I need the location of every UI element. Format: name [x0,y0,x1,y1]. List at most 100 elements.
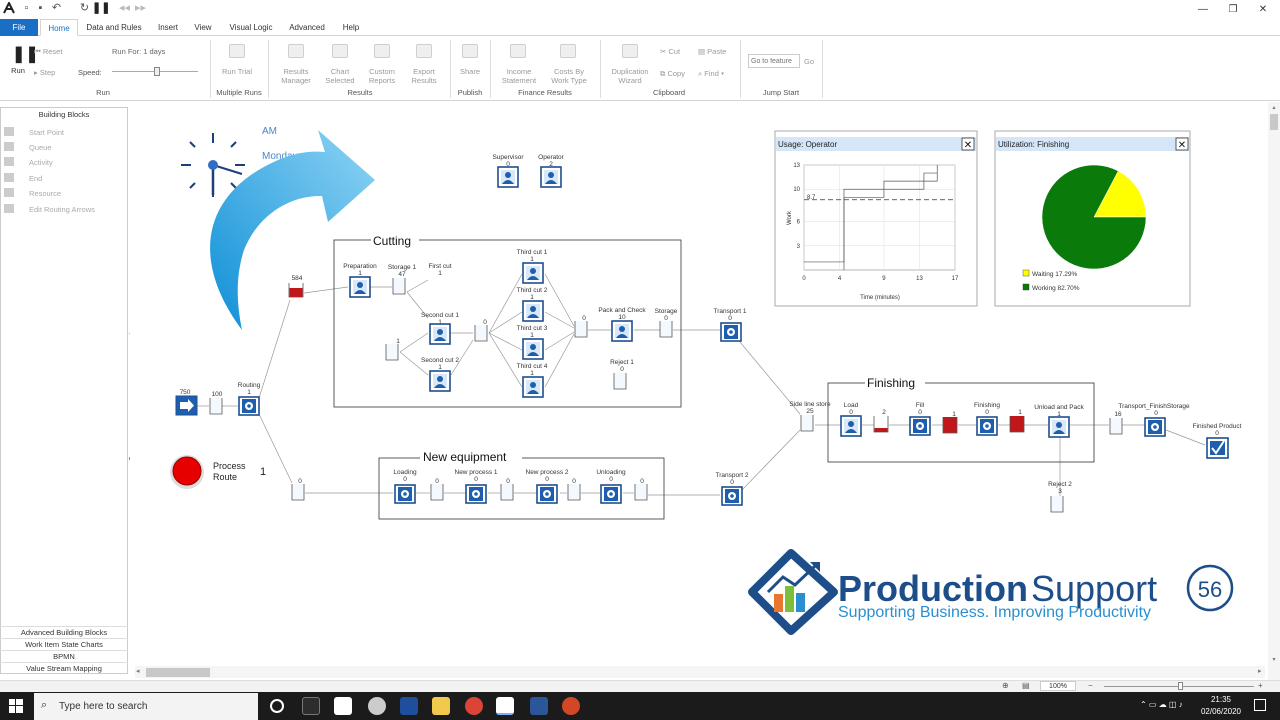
third-cut-2-activity-block[interactable] [522,300,544,322]
activity-item[interactable]: Activity [4,156,53,170]
tab-view[interactable]: View [188,19,218,36]
start-point-item[interactable]: Start Point [4,126,64,140]
tab-visual-logic[interactable]: Visual Logic [224,19,278,36]
minimize-icon[interactable]: — [1186,0,1220,19]
ne-queue-3-block[interactable] [567,483,581,501]
task-view-icon[interactable] [302,697,320,715]
run-button[interactable]: Run [6,66,30,75]
transport-1-activity-block[interactable] [720,322,742,342]
queue-100-block[interactable] [209,397,223,415]
zoom-out-icon[interactable]: − [1088,681,1093,690]
go-to-feature-input[interactable] [748,54,800,68]
resource-item[interactable]: Resource [4,187,61,201]
undo-icon[interactable]: ↶ [50,2,63,15]
routing-activity-block[interactable] [238,396,260,416]
third-cut-4-activity-block[interactable] [522,376,544,398]
zoom-page-icon[interactable]: ▤ [1022,681,1030,690]
find-button[interactable]: ⌕ Find ▾ [698,69,734,78]
zoom-level[interactable]: 100% [1040,681,1076,691]
go-button[interactable]: Go [802,57,816,66]
scroll-down-icon[interactable]: ▾ [1269,656,1279,664]
run-for-label[interactable]: Run For: 1 days [112,47,172,56]
queue-1-block[interactable] [385,343,399,361]
step-button[interactable]: ▸ Step [34,68,74,77]
paste-button[interactable]: ▤ Paste [698,47,730,56]
pause-icon[interactable]: ❚❚ [92,2,110,15]
supervisor-resource-icon[interactable] [497,166,519,188]
horizontal-scrollbar[interactable] [135,666,1265,678]
refresh-icon[interactable]: ↻ [78,2,91,15]
tab-data-and-rules[interactable]: Data and Rules [82,19,146,36]
vertical-scrollbar[interactable] [1268,102,1280,680]
save-icon[interactable]: ▪ [34,2,47,15]
tab-insert[interactable]: Insert [150,19,186,36]
new-icon[interactable]: ▫ [20,2,33,15]
vertical-scroll-thumb[interactable] [1270,114,1278,130]
transport-finish-storage-activity-block[interactable] [1144,417,1166,437]
advanced-building-blocks-tab[interactable]: Advanced Building Blocks [0,626,128,638]
ne-queue-1-block[interactable] [430,483,444,501]
powerpoint-icon[interactable] [562,697,580,715]
zoom-slider-thumb[interactable] [1178,682,1183,690]
cut-button[interactable]: ✂ Cut [660,47,690,56]
scroll-left-icon[interactable]: ◂ [136,667,140,675]
system-tray-icons[interactable]: ⌃ ▭ ☁ ◫ ♪ [1140,700,1183,709]
tab-file[interactable]: File [0,19,38,36]
queue-0b-block[interactable] [574,320,588,338]
file-explorer-icon[interactable] [432,697,450,715]
new-process-2-activity-block[interactable] [536,484,558,504]
second-cut-1-activity-block[interactable] [429,323,451,345]
tab-home[interactable]: Home [40,19,78,36]
tab-advanced[interactable]: Advanced [284,19,330,36]
share-button[interactable]: Share [456,67,484,76]
second-cut-2-activity-block[interactable] [429,370,451,392]
chart-selected-button[interactable]: Chart Selected [324,67,356,85]
value-stream-mapping-tab[interactable]: Value Stream Mapping [0,662,128,674]
side-line-store-block[interactable] [800,414,814,432]
horizontal-scroll-thumb[interactable] [146,668,210,677]
third-cut-3-activity-block[interactable] [522,338,544,360]
storage-block[interactable] [659,320,673,338]
process-route-button[interactable] [172,456,202,486]
scroll-up-icon[interactable]: ▴ [1269,104,1279,112]
reject-2-block[interactable] [1050,495,1064,513]
teamviewer-icon[interactable] [400,697,418,715]
transport-finish-queue-block[interactable] [1109,417,1123,435]
operator-resource-icon[interactable] [540,166,562,188]
unload-and-pack-activity-block[interactable] [1048,416,1070,438]
zoom-in-icon[interactable]: + [1258,681,1263,690]
reset-button[interactable]: ⏮ Reset [34,47,74,56]
tab-help[interactable]: Help [336,19,366,36]
copy-button[interactable]: ⧉ Copy [660,69,692,78]
storage-1-block[interactable] [392,277,406,295]
pack-and-check-activity-block[interactable] [611,320,633,342]
duplication-wizard-button[interactable]: Duplication Wizard [608,67,652,85]
mail-app-icon[interactable] [530,697,548,715]
load-activity-block[interactable] [840,415,862,437]
income-statement-button[interactable]: Income Statement [498,67,540,85]
speed-slider-thumb[interactable] [154,67,160,76]
store-0-block[interactable] [291,483,305,501]
ne-queue-4-block[interactable] [634,483,648,501]
clock-time[interactable]: 21:35 [1198,695,1244,704]
model-diagram[interactable]: AM Monday Process Route 1 Supervisor 0 O… [130,102,1268,680]
unloading-activity-block[interactable] [600,484,622,504]
edit-routing-arrows-item[interactable]: Edit Routing Arrows [4,203,95,217]
cloud-icon[interactable] [368,697,386,715]
maximize-icon[interactable]: ❐ [1216,0,1250,19]
reject-1-block[interactable] [613,372,627,390]
model-canvas[interactable]: AM Monday Process Route 1 Supervisor 0 O… [130,102,1268,680]
export-results-button[interactable]: Export Results [406,67,442,85]
chrome-icon[interactable] [465,697,483,715]
notification-icon[interactable] [1254,699,1266,711]
work-item-state-charts-tab[interactable]: Work Item State Charts [0,638,128,650]
close-icon[interactable]: ✕ [1246,0,1280,19]
simul8-active-icon[interactable] [496,697,514,715]
run-trial-button[interactable]: Run Trial [222,67,252,76]
preparation-activity-block[interactable] [349,276,371,298]
queue-item[interactable]: Queue [4,141,52,155]
scroll-right-icon[interactable]: ▸ [1258,667,1262,675]
simul8-icon[interactable] [334,697,352,715]
clock-date[interactable]: 02/06/2020 [1198,707,1244,716]
finishing-activity-block[interactable] [976,416,998,436]
